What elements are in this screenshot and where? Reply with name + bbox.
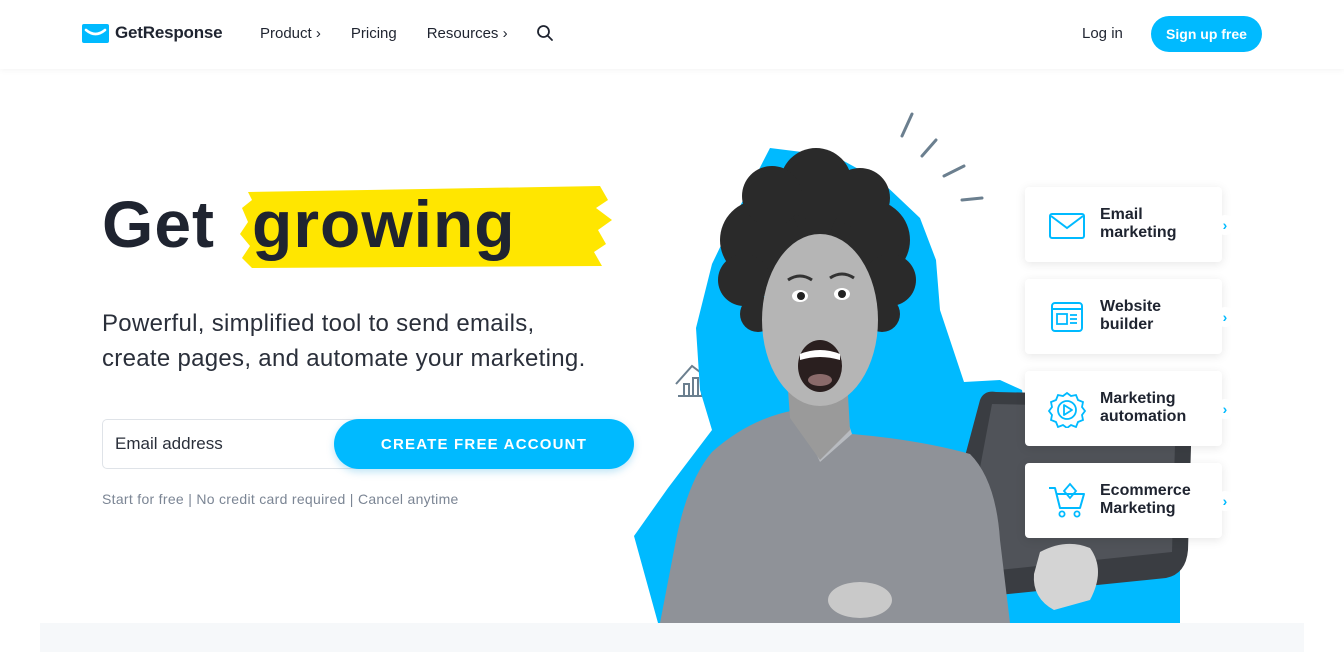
right-hand: [828, 582, 892, 618]
nav-product[interactable]: Product ›: [260, 25, 321, 42]
feature-label: Ecommerce Marketing: [1100, 482, 1191, 517]
brand-name: GetResponse: [115, 23, 223, 42]
feature-label: Website builder: [1100, 298, 1162, 333]
cart-icon: [1049, 482, 1085, 518]
gear-play-icon: [1047, 391, 1087, 428]
chevron-right-icon: ›: [1215, 399, 1235, 419]
hero-subtitle: Powerful, simplified tool to send emails…: [102, 306, 662, 376]
email-field-wrapper: [102, 419, 362, 469]
feature-card-email-marketing[interactable]: Email marketing ›: [1025, 187, 1235, 262]
envelope-icon: [1049, 213, 1085, 239]
website-icon: [1051, 302, 1083, 332]
create-account-button[interactable]: CREATE FREE ACCOUNT: [334, 419, 634, 469]
headline-plain: Get: [102, 187, 216, 261]
nav-pricing[interactable]: Pricing: [351, 25, 397, 42]
signup-button[interactable]: Sign up free: [1151, 16, 1262, 52]
nav-resources[interactable]: Resources ›: [427, 25, 508, 42]
chevron-right-icon: ›: [1215, 491, 1235, 511]
left-hand: [1033, 543, 1098, 610]
feature-card-ecommerce-marketing[interactable]: Ecommerce Marketing ›: [1025, 463, 1235, 538]
feature-card-website-builder[interactable]: Website builder ›: [1025, 279, 1235, 354]
subtitle-line-1: Powerful, simplified tool to send emails…: [102, 310, 535, 337]
subtitle-line-2: create pages, and automate your marketin…: [102, 345, 586, 372]
search-icon[interactable]: [536, 24, 554, 42]
main-nav: Product › Pricing Resources ›: [260, 24, 554, 42]
chevron-right-icon: ›: [1215, 307, 1235, 327]
excitement-rays: [900, 112, 984, 202]
next-section-edge: [40, 623, 1304, 652]
brand-logo[interactable]: GetResponse: [82, 23, 223, 43]
signup-fineprint: Start for free | No credit card required…: [102, 491, 459, 507]
chevron-right-icon: ›: [1215, 215, 1235, 235]
logo-icon: [82, 23, 109, 43]
feature-label: Email marketing: [1100, 206, 1177, 241]
hero-illustration: [634, 112, 1193, 623]
headline-highlight: growing: [252, 187, 516, 261]
email-input[interactable]: [103, 420, 362, 468]
feature-label: Marketing automation: [1100, 390, 1187, 425]
feature-card-marketing-automation[interactable]: Marketing automation ›: [1025, 371, 1235, 446]
login-link[interactable]: Log in: [1082, 25, 1123, 42]
site-header: GetResponse Product › Pricing Resources …: [0, 0, 1344, 69]
